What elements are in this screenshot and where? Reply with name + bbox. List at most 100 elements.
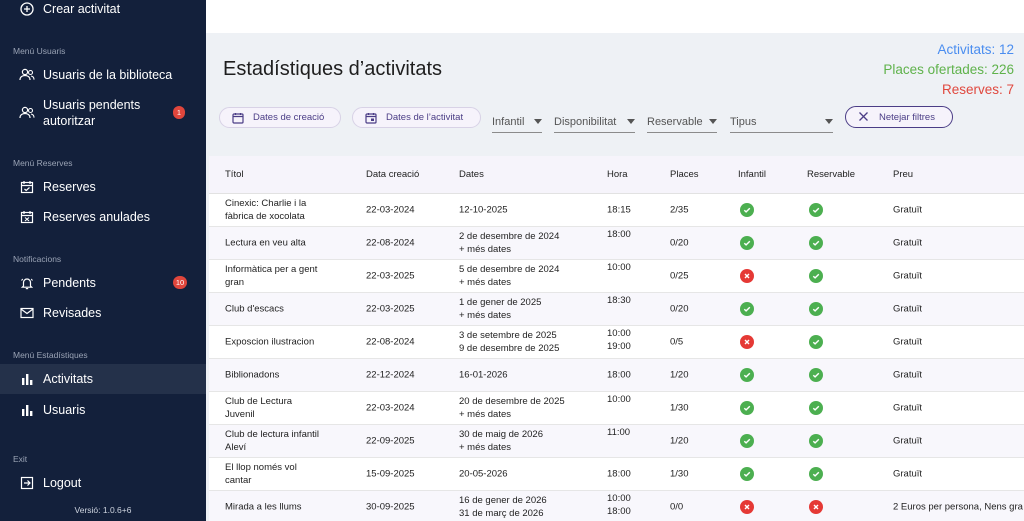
- cell-hour: 10:00: [607, 394, 631, 405]
- table-row[interactable]: El llop només vol cantar 15-09-2025 20-05-2…: [209, 458, 1024, 491]
- cell-dates-line1: 3 de setembre de 2025: [459, 330, 557, 341]
- calendar-x-icon: [19, 209, 35, 225]
- cell-price: Gratuït: [893, 435, 923, 447]
- sidebar: Crear activitat Menú Usuaris Usuaris de …: [0, 0, 206, 521]
- table-row[interactable]: Club d'escacs 22-03-2025 1 de gener de 202…: [209, 293, 1024, 326]
- check-circle-icon: [740, 467, 754, 481]
- cell-dates-line1: 1 de gener de 2025: [459, 297, 542, 308]
- cell-price: Gratuït: [893, 369, 923, 381]
- pending-users-badge: 1: [173, 106, 185, 119]
- cell-title: Cinexic: Charlie i la fàbrica de xocolata: [225, 197, 306, 223]
- activity-dates-filter[interactable]: Dates de l’activitat: [352, 107, 481, 128]
- cell-places: 0/20: [670, 237, 689, 249]
- cell-title-line2: Aleví: [225, 442, 247, 453]
- sidebar-item-reviewed[interactable]: Revisades: [0, 304, 206, 322]
- cell-dates: 16 de gener de 2026 31 de març de 2026: [459, 494, 547, 520]
- cell-title: Exposcion ilustracion: [225, 336, 314, 349]
- cell-hour: 18:00: [607, 369, 631, 381]
- table-row[interactable]: Exposcion ilustracion 22-08-2024 3 de sete…: [209, 326, 1024, 359]
- calendar-check-icon: [19, 179, 35, 195]
- type-select-label: Tipus: [730, 116, 757, 128]
- infantil-select-label: Infantil: [492, 116, 525, 128]
- sidebar-item-activities[interactable]: Activitats: [0, 364, 206, 394]
- check-circle-icon: [809, 335, 823, 349]
- check-circle-icon: [740, 368, 754, 382]
- cell-title-line1: Club de lectura infantil: [225, 429, 319, 440]
- cell-places: 1/30: [670, 402, 689, 414]
- activity-dates-label: Dates de l’activitat: [386, 112, 464, 123]
- cell-places: 1/20: [670, 369, 689, 381]
- cell-dates-line2: + més dates: [459, 244, 512, 255]
- sidebar-item-label: Usuaris: [43, 403, 86, 417]
- cell-title-line1: Mirada a les llums: [225, 501, 302, 513]
- sidebar-item-users[interactable]: Usuaris: [0, 401, 206, 419]
- cell-created: 15-09-2025: [366, 468, 415, 480]
- cell-created: 22-03-2025: [366, 303, 415, 315]
- sidebar-item-label: Revisades: [43, 306, 102, 320]
- table-row[interactable]: Biblionadons 22-12-2024 16-01-2026 18:00 1/2…: [209, 359, 1024, 392]
- cell-hour: 18:00: [607, 468, 631, 480]
- check-circle-icon: [740, 434, 754, 448]
- check-circle-icon: [740, 236, 754, 250]
- cell-places: 0/5: [670, 336, 684, 348]
- clear-filters-button[interactable]: Netejar filtres: [845, 106, 953, 128]
- table-row[interactable]: Club de Lectura Juvenil 22-03-2024 20 de de…: [209, 392, 1024, 425]
- cell-title-line1: Cinexic: Charlie i la: [225, 198, 307, 209]
- cell-title-line2: cantar: [225, 475, 252, 486]
- cell-price: Gratuït: [893, 336, 923, 348]
- cell-title: Club de lectura infantil Aleví: [225, 428, 319, 454]
- reservable-select[interactable]: Reservable: [647, 114, 717, 133]
- sidebar-item-pending-users[interactable]: Usuaris pendents autoritzar 1: [0, 96, 206, 130]
- page-title: Estadístiques d’activitats: [223, 58, 442, 80]
- cell-hour: 18:00: [607, 229, 631, 240]
- chevron-down-icon: [825, 119, 833, 124]
- sidebar-item-reservations[interactable]: Reserves: [0, 178, 206, 196]
- cell-title: Lectura en veu alta: [225, 237, 306, 250]
- cell-hour: 18:15: [607, 204, 631, 216]
- sidebar-item-label: Pendents: [43, 276, 96, 290]
- cell-title-line1: Informàtica per a gent: [225, 264, 318, 275]
- cell-hour-line1: 10:00: [607, 493, 631, 504]
- cell-dates-line1: 16 de gener de 2026: [459, 495, 547, 506]
- cell-title-line1: Exposcion ilustracion: [225, 336, 315, 348]
- cell-places: 1/30: [670, 468, 689, 480]
- creation-dates-filter[interactable]: Dates de creació: [219, 107, 341, 128]
- cell-dates-line2: 31 de març de 2026: [459, 508, 544, 519]
- header-price: Preu: [893, 169, 914, 180]
- sidebar-item-library-users[interactable]: Usuaris de la biblioteca: [0, 66, 206, 84]
- chevron-down-icon: [709, 119, 717, 124]
- cell-dates-line1: 20-05-2026: [459, 468, 508, 480]
- cell-created: 22-03-2024: [366, 204, 415, 216]
- sidebar-item-cancelled-reservations[interactable]: Reserves anulades: [0, 208, 206, 226]
- availability-select-label: Disponibilitat: [554, 116, 617, 128]
- table-row[interactable]: Lectura en veu alta 22-08-2024 2 de desemb…: [209, 227, 1024, 260]
- cell-hour: 10:00 19:00: [607, 327, 631, 353]
- availability-select[interactable]: Disponibilitat: [554, 114, 635, 133]
- table-row[interactable]: Informàtica per a gent gran 22-03-2025 5 de…: [209, 260, 1024, 293]
- check-circle-icon: [809, 467, 823, 481]
- table-row[interactable]: Mirada a les llums 30-09-2025 16 de gener …: [209, 491, 1024, 521]
- cell-hour: 18:30: [607, 295, 631, 306]
- cell-dates-line1: 12-10-2025: [459, 204, 508, 216]
- x-circle-icon: [809, 500, 823, 514]
- x-circle-icon: [740, 269, 754, 283]
- section-reservations: Menú Reserves: [13, 158, 73, 168]
- cell-created: 22-12-2024: [366, 369, 415, 381]
- sidebar-item-label: Reserves anulades: [43, 210, 151, 224]
- table-row[interactable]: Club de lectura infantil Aleví 22-09-2025 3…: [209, 425, 1024, 458]
- cell-title: El llop només vol cantar: [225, 461, 297, 487]
- sidebar-item-pending[interactable]: Pendents 10: [0, 274, 206, 292]
- cell-created: 22-03-2025: [366, 270, 415, 282]
- cell-created: 22-08-2024: [366, 336, 415, 348]
- cell-hour-line2: 18:00: [607, 506, 631, 517]
- create-activity-label: Crear activitat: [43, 2, 121, 16]
- cell-dates-line1: 5 de desembre de 2024: [459, 264, 560, 275]
- type-select[interactable]: Tipus: [730, 114, 833, 133]
- table-row[interactable]: Cinexic: Charlie i la fàbrica de xocolata…: [209, 194, 1024, 227]
- logout-button[interactable]: Logout: [0, 474, 206, 492]
- create-activity-button[interactable]: Crear activitat: [0, 0, 206, 18]
- infantil-select[interactable]: Infantil: [492, 114, 542, 133]
- cell-dates: 3 de setembre de 2025 9 de desembre de 20…: [459, 329, 559, 355]
- cell-title-line1: Club de Lectura: [225, 396, 293, 407]
- cell-title-line2: gran: [225, 277, 245, 288]
